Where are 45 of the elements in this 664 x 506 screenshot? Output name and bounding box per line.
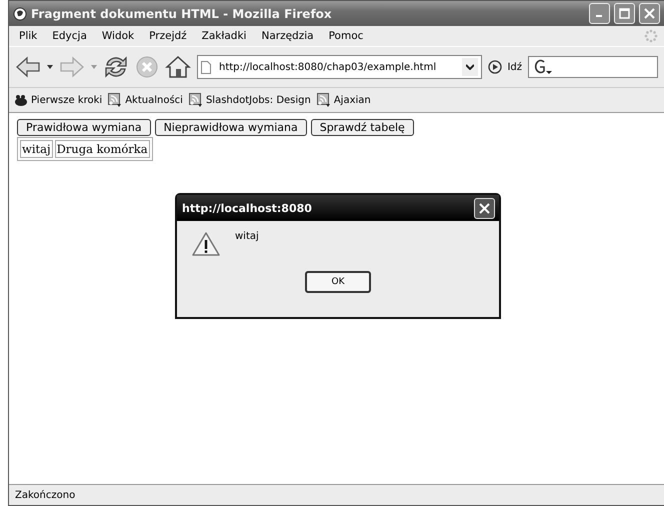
address-field[interactable]: http://localhost:8080/chap03/example.html bbox=[197, 55, 482, 79]
feed-icon bbox=[188, 93, 203, 107]
menu-item[interactable]: Narzędzia bbox=[261, 30, 314, 42]
menu-item[interactable]: Widok bbox=[102, 30, 134, 42]
menu-item[interactable]: Edycja bbox=[52, 30, 87, 42]
paw-icon bbox=[14, 94, 28, 106]
page-button[interactable]: Sprawdź tabelę bbox=[310, 119, 414, 136]
go-button[interactable]: Idź bbox=[488, 60, 522, 74]
close-icon bbox=[479, 202, 490, 214]
bookmark-item[interactable]: SlashdotJobs: Design bbox=[188, 93, 311, 107]
status-text: Zakończono bbox=[15, 490, 76, 500]
chevron-icon bbox=[466, 64, 474, 70]
warning-icon bbox=[191, 231, 221, 257]
menu-item[interactable]: Przejdź bbox=[149, 30, 187, 42]
throbber-icon bbox=[644, 29, 658, 43]
feed-icon bbox=[108, 93, 122, 107]
table-cell: Druga komórka bbox=[54, 140, 150, 158]
bookmark-item[interactable]: Pierwsze kroki bbox=[14, 94, 102, 106]
dialog-title: http://localhost:8080 bbox=[182, 202, 312, 214]
maximize-button[interactable] bbox=[614, 3, 635, 24]
dialog-message: witaj bbox=[235, 231, 259, 242]
bookmark-item[interactable]: Aktualności bbox=[108, 93, 183, 107]
window-title: Fragment dokumentu HTML - Mozilla Firefox bbox=[31, 6, 333, 20]
menu-item[interactable]: Pomoc bbox=[328, 30, 364, 42]
close-icon bbox=[644, 8, 655, 19]
search-field[interactable] bbox=[528, 56, 658, 78]
page-button[interactable]: Prawidłowa wymiana bbox=[17, 119, 151, 136]
menu-item[interactable]: Plik bbox=[19, 30, 38, 42]
home-icon[interactable] bbox=[165, 55, 191, 79]
page-icon bbox=[201, 60, 211, 74]
feed-icon bbox=[316, 93, 331, 107]
maximize-icon bbox=[619, 8, 630, 19]
dropdown-button[interactable] bbox=[462, 58, 478, 76]
minimize-button[interactable] bbox=[589, 3, 610, 24]
ok-button[interactable]: OK bbox=[305, 271, 371, 293]
dropdown-icon[interactable] bbox=[47, 65, 53, 69]
bookmark-item[interactable]: Ajaxian bbox=[316, 93, 371, 107]
firefox-icon bbox=[13, 6, 27, 20]
table-cell: witaj bbox=[20, 140, 53, 158]
reload-icon[interactable] bbox=[103, 55, 129, 79]
menu-item[interactable]: Zakładki bbox=[202, 30, 246, 42]
search-engine-icon[interactable] bbox=[533, 59, 553, 75]
close-button[interactable] bbox=[474, 198, 495, 218]
page-button[interactable]: Nieprawidłowa wymiana bbox=[154, 119, 307, 136]
back-icon[interactable] bbox=[15, 56, 41, 78]
